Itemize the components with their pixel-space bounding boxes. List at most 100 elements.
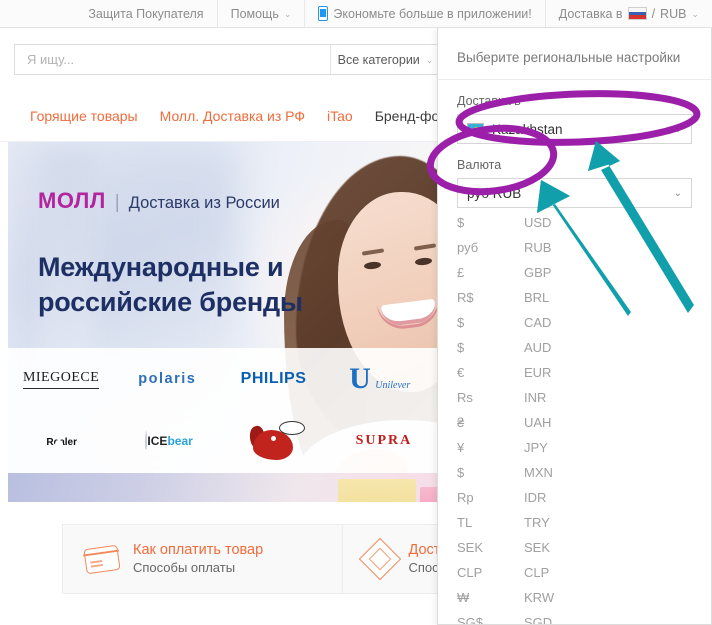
currency-symbol: R$ <box>457 290 474 305</box>
banner-separator: | <box>114 192 120 213</box>
currency-option[interactable]: $ MXN <box>457 460 692 485</box>
shopping-bag-shape <box>338 479 416 502</box>
currency-option[interactable]: $ CAD <box>457 310 692 335</box>
brand-logo-dog-mascot <box>223 410 330 472</box>
currency-code: UAH <box>524 415 552 430</box>
search-box: Все категории ⌄ <box>14 44 441 75</box>
currency-option-list[interactable]: $ USD руб RUB £ GBP R$ BRL $ CAD $ AUD € EUR Rs INR ₴ UAH… <box>457 210 692 625</box>
ship-to-country-value: Kazakhstan <box>492 121 563 137</box>
currency-code: CLP <box>524 565 550 580</box>
brand-logo-realer: Realer <box>8 410 115 472</box>
chevron-down-icon: ⌄ <box>283 9 292 19</box>
search-category-selector[interactable]: Все категории ⌄ <box>330 45 440 74</box>
brand-label: SUPRA <box>355 433 413 448</box>
banner-brand: МОЛЛ <box>38 188 106 213</box>
mobile-phone-icon <box>318 6 329 21</box>
currency-option[interactable]: SEK SEK <box>457 535 692 560</box>
banner-text-block: МОЛЛ | Доставка из России Международные … <box>38 188 338 320</box>
nav-link-mall-russia[interactable]: Молл. Доставка из РФ <box>160 108 305 124</box>
currency-option[interactable]: ₴ UAH <box>457 410 692 435</box>
currency-option[interactable]: SG$ SGD <box>457 610 692 625</box>
ship-to-country-select[interactable]: Kazakhstan ⌄ <box>457 114 692 144</box>
topbar-label: Экономьте больше в приложении! <box>333 6 532 21</box>
nav-link-hot-products[interactable]: Горящие товары <box>30 108 138 124</box>
brand-label-2: bear <box>167 434 193 448</box>
ship-to-label: Доставка в <box>457 94 521 108</box>
brand-label: MIEGOECE <box>22 370 100 389</box>
currency-option[interactable]: $ USD <box>457 210 692 235</box>
currency-symbol: $ <box>457 315 465 330</box>
currency-symbol: Rp <box>457 490 474 505</box>
currency-option[interactable]: Rp IDR <box>457 485 692 510</box>
banner-subtitle: Доставка из России <box>128 194 280 212</box>
topbar-item-buyer-protection[interactable]: Защита Покупателя <box>75 0 216 27</box>
currency-code: INR <box>524 390 547 405</box>
topbar-item-help[interactable]: Помощь ⌄ <box>216 0 305 27</box>
ship-to-prefix: Доставка в <box>558 6 623 21</box>
kz-flag-icon <box>467 123 484 135</box>
currency-code: AUD <box>524 340 552 355</box>
unilever-u-mark: U <box>349 362 371 395</box>
currency-option[interactable]: R$ BRL <box>457 285 692 310</box>
currency-code: MXN <box>524 465 553 480</box>
info-card-title: Как оплатить товар <box>133 542 264 558</box>
currency-option[interactable]: Rs INR <box>457 385 692 410</box>
currency-option[interactable]: ₩ KRW <box>457 585 692 610</box>
topbar-item-app-promo[interactable]: Экономьте больше в приложении! <box>304 0 544 27</box>
currency-symbol: TL <box>457 515 473 530</box>
currency-option[interactable]: $ AUD <box>457 335 692 360</box>
topbar-ship-to-selector[interactable]: Доставка в / RUB ⌄ <box>544 0 712 27</box>
banner-headline: Международные и российские бренды <box>38 252 303 318</box>
brand-label: Unilever <box>375 380 411 391</box>
currency-option[interactable]: CLP CLP <box>457 560 692 585</box>
top-utility-bar: Защита Покупателя Помощь ⌄ Экономьте бол… <box>0 0 712 28</box>
currency-symbol: SG$ <box>457 615 484 625</box>
regional-settings-title: Выберите региональные настройки <box>438 28 711 80</box>
currency-label: Валюта <box>457 158 502 172</box>
ru-flag-icon <box>627 7 647 20</box>
chevron-down-icon: ⌄ <box>673 123 682 135</box>
currency-code: EUR <box>524 365 552 380</box>
topbar-label: Помощь <box>230 6 279 21</box>
currency-select[interactable]: руб RUB ⌄ <box>457 178 692 208</box>
currency-symbol: $ <box>457 215 465 230</box>
currency-value: руб RUB <box>467 185 522 201</box>
info-card-subtitle: Способы оплаты <box>133 560 236 575</box>
currency-code: JPY <box>524 440 548 455</box>
currency-option[interactable]: £ GBP <box>457 260 692 285</box>
brand-logo-icebear: ICEbear <box>115 410 222 472</box>
search-input[interactable] <box>15 45 330 74</box>
currency-code: SGD <box>524 615 553 625</box>
currency-code: RUB <box>524 240 552 255</box>
currency-symbol: ¥ <box>457 440 465 455</box>
currency-code: KRW <box>524 590 555 605</box>
topbar-label: Защита Покупателя <box>88 6 204 21</box>
currency-code: GBP <box>524 265 552 280</box>
brand-label: ICE <box>147 434 168 448</box>
chevron-down-icon: ⌄ <box>673 187 682 199</box>
currency-option[interactable]: руб RUB <box>457 235 692 260</box>
ship-to-currency: RUB <box>660 6 687 21</box>
currency-option[interactable]: TL TRY <box>457 510 692 535</box>
currency-code: USD <box>524 215 552 230</box>
currency-option[interactable]: € EUR <box>457 360 692 385</box>
info-card-payment[interactable]: Как оплатить товар Способы оплаты <box>63 525 342 593</box>
regional-settings-panel: Выберите региональные настройки Доставка… <box>437 28 712 625</box>
brand-label: polaris <box>138 371 197 387</box>
currency-code: IDR <box>524 490 547 505</box>
brand-logo-polaris: polaris <box>114 348 220 410</box>
chevron-down-icon: ⌄ <box>691 9 699 19</box>
search-category-label: Все категории <box>337 52 420 67</box>
brand-logo-unilever: U Unilever <box>327 348 433 410</box>
brand-label: PHILIPS <box>240 370 307 387</box>
currency-symbol: € <box>457 365 465 380</box>
currency-symbol: ₩ <box>457 590 470 605</box>
currency-symbol: руб <box>457 240 479 255</box>
currency-symbol: CLP <box>457 565 483 580</box>
ship-to-separator: / <box>651 6 656 21</box>
currency-option[interactable]: ¥ JPY <box>457 435 692 460</box>
currency-symbol: SEK <box>457 540 484 555</box>
currency-code: BRL <box>524 290 550 305</box>
nav-link-itao[interactable]: iTao <box>327 108 353 124</box>
brand-logo-miegoece: MIEGOECE <box>8 348 114 410</box>
